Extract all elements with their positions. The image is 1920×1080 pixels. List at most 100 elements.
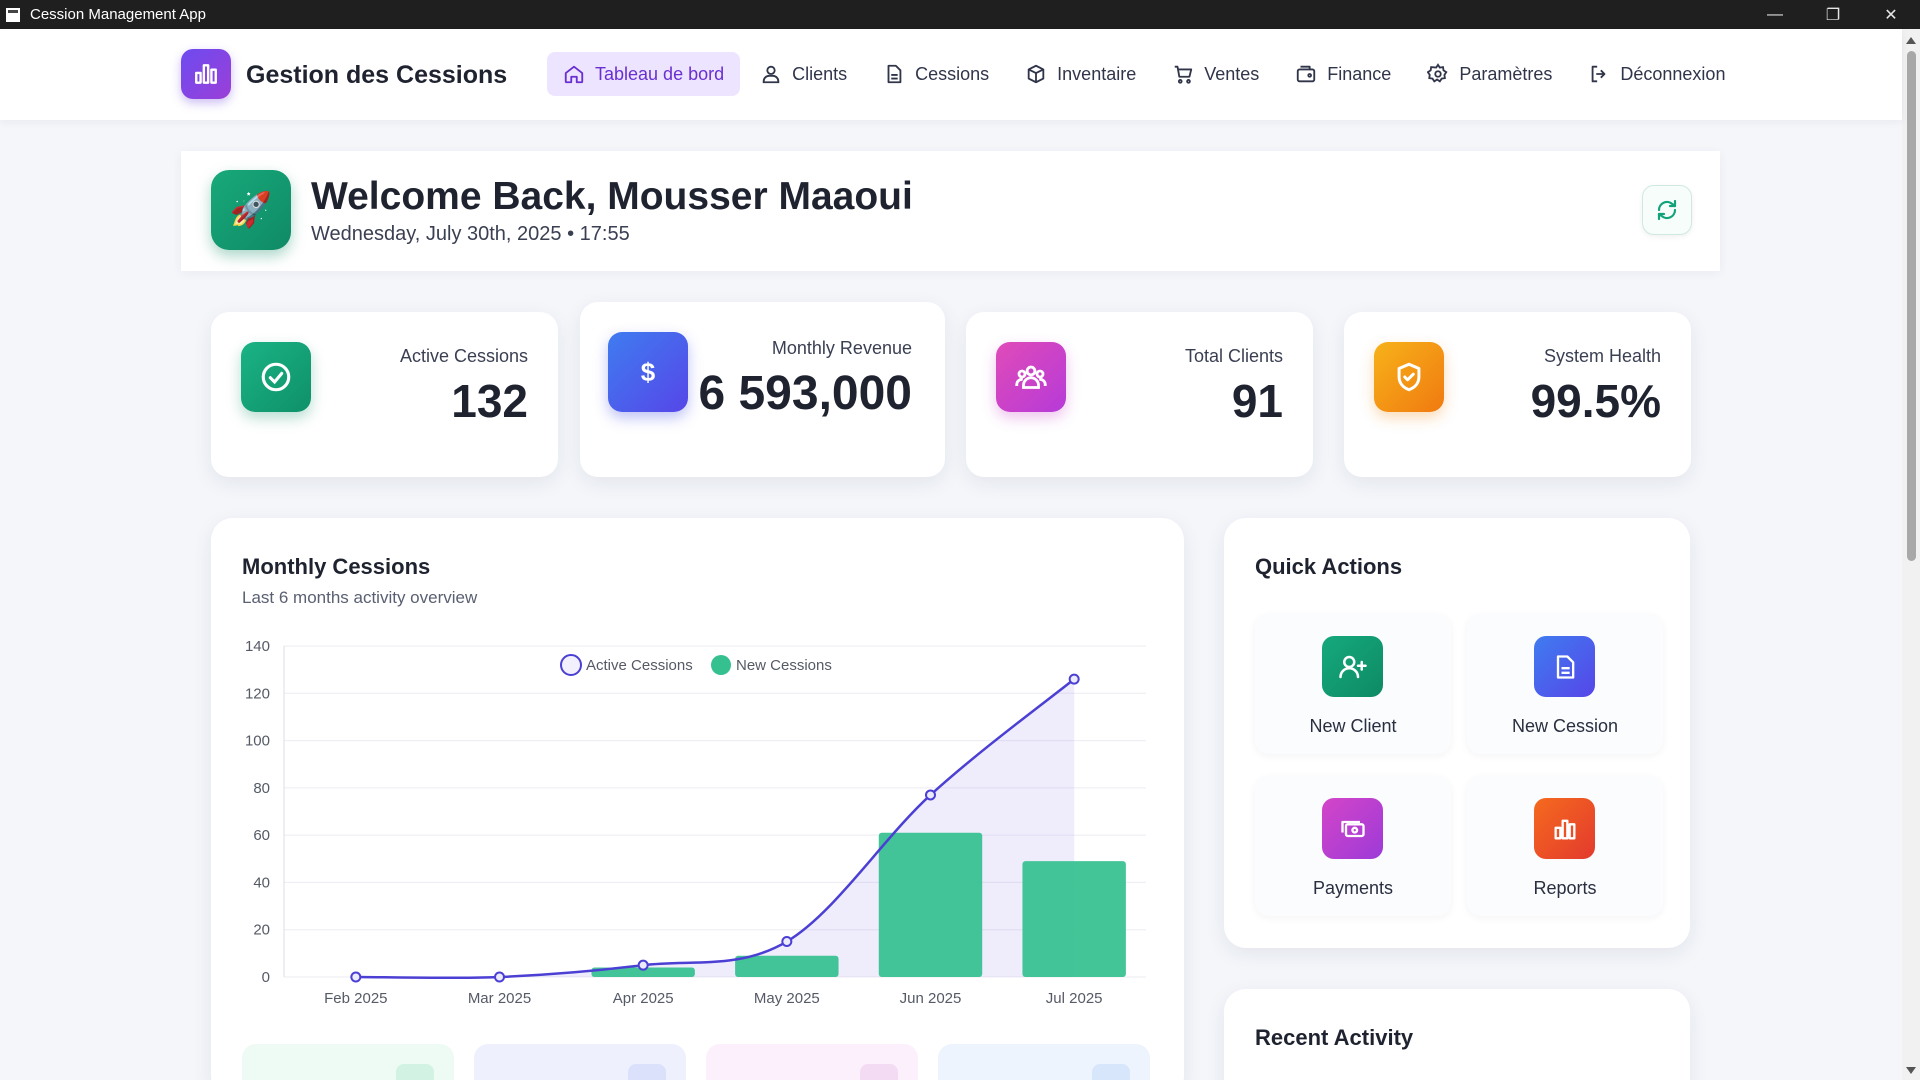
- cart-icon: [1174, 65, 1193, 84]
- active-cessions-point: [350, 971, 362, 983]
- home-icon: [564, 65, 584, 84]
- scroll-up-icon[interactable]: [1906, 37, 1916, 44]
- legend-active-cessions-label: Active Cessions: [586, 657, 693, 674]
- box-icon: [1027, 64, 1045, 84]
- y-tick-label: 0: [262, 969, 270, 986]
- y-tick-label: 80: [253, 780, 270, 797]
- scroll-down-icon[interactable]: [1906, 1067, 1916, 1074]
- mini-stat-icon: [1092, 1064, 1130, 1080]
- refresh-button[interactable]: [1642, 185, 1692, 235]
- new-cession-button[interactable]: New Cession: [1467, 614, 1663, 754]
- stat-value: 6 593,000: [698, 367, 912, 420]
- nav-item-parametres[interactable]: Paramètres: [1411, 52, 1568, 96]
- quick-actions-title: Quick Actions: [1255, 554, 1403, 579]
- check-circle-icon: [241, 342, 311, 412]
- users-group-icon: [996, 342, 1066, 412]
- nav-item-label: Paramètres: [1459, 63, 1553, 84]
- reports-button[interactable]: Reports: [1467, 776, 1663, 916]
- refresh-icon: [1657, 199, 1677, 221]
- stat-label: Monthly Revenue: [771, 338, 912, 358]
- brand-title: Gestion des Cessions: [246, 61, 508, 89]
- x-tick-label: Jul 2025: [1046, 990, 1103, 1007]
- mini-stat-card[interactable]: [938, 1044, 1150, 1080]
- nav-item-cessions[interactable]: Cessions: [867, 52, 1005, 96]
- settings-icon: [1427, 63, 1448, 83]
- mini-stat-icon: [860, 1064, 898, 1080]
- nav-item-tableau-de-bord[interactable]: Tableau de bord: [547, 52, 741, 96]
- welcome-banner: 🚀 Welcome Back, Mousser Maaoui Wednesday…: [181, 151, 1720, 271]
- shield-check-icon: [1374, 342, 1444, 412]
- stat-label: Total Clients: [1184, 346, 1283, 366]
- window-titlebar: Cession Management App — ❐ ✕: [0, 0, 1920, 29]
- y-tick-label: 20: [253, 922, 270, 939]
- recent-activity-title: Recent Activity: [1255, 1025, 1414, 1050]
- stat-label: Active Cessions: [399, 346, 528, 366]
- y-tick-label: 100: [245, 733, 270, 750]
- active-cessions-point: [925, 789, 936, 801]
- dollar-icon: $: [608, 332, 688, 412]
- app-icon: [4, 5, 22, 24]
- y-tick-label: 40: [253, 874, 270, 891]
- stat-card-active-cessions[interactable]: Active Cessions 132: [211, 312, 558, 477]
- mini-stat-card[interactable]: [706, 1044, 918, 1080]
- mini-stat-card[interactable]: [474, 1044, 686, 1080]
- nav-item-label: Tableau de bord: [595, 63, 725, 84]
- quick-action-label: New Client: [1309, 716, 1397, 736]
- y-tick-label: 120: [245, 685, 270, 702]
- window-title: Cession Management App: [30, 6, 206, 23]
- stat-card-total-clients[interactable]: Total Clients 91: [966, 312, 1313, 477]
- new-cessions-bar: [878, 832, 983, 977]
- money-icon: [1322, 798, 1383, 859]
- nav-item-ventes[interactable]: Ventes: [1156, 52, 1275, 96]
- legend-new-cessions-marker: [711, 655, 731, 675]
- mini-stat-icon: [396, 1064, 434, 1080]
- x-tick-label: Feb 2025: [324, 990, 387, 1007]
- y-tick-label: 60: [253, 827, 270, 844]
- stat-value: 99.5%: [1530, 375, 1661, 427]
- nav-item-deconnexion[interactable]: Déconnexion: [1572, 52, 1741, 96]
- new-cessions-bar: [735, 955, 839, 977]
- top-navbar: Gestion des Cessions Tableau de bord Cli…: [0, 29, 1902, 120]
- bar-chart-icon: [195, 64, 217, 84]
- nav-item-label: Ventes: [1204, 63, 1260, 84]
- nav-item-label: Cessions: [915, 63, 990, 84]
- nav-item-label: Inventaire: [1057, 63, 1137, 84]
- bar-chart-icon: [1534, 798, 1595, 859]
- nav-item-inventaire[interactable]: Inventaire: [1009, 52, 1152, 96]
- legend-active-cessions-marker: [560, 654, 582, 676]
- x-tick-label: Apr 2025: [613, 990, 674, 1007]
- stat-label: System Health: [1543, 346, 1661, 366]
- current-date: Wednesday, July 30th, 2025 • 17:55: [311, 223, 630, 245]
- user-plus-icon: [1322, 636, 1383, 697]
- document-icon: [887, 64, 902, 84]
- payments-button[interactable]: Payments: [1255, 776, 1451, 916]
- stat-card-monthly-revenue[interactable]: $ Monthly Revenue 6 593,000: [580, 302, 945, 477]
- mini-stat-icon: [628, 1064, 666, 1080]
- x-tick-label: May 2025: [754, 990, 820, 1007]
- minimize-button[interactable]: —: [1746, 0, 1804, 29]
- active-cessions-point: [1068, 673, 1080, 685]
- active-cessions-point: [637, 959, 649, 971]
- logout-icon: [1592, 65, 1606, 83]
- restore-button[interactable]: ❐: [1804, 0, 1862, 29]
- monthly-cessions-chart[interactable]: 0 20 40 60 80 100 120 140 Feb 2025 Mar 2025 Apr 20…: [211, 518, 1184, 1018]
- new-client-button[interactable]: New Client: [1255, 614, 1451, 754]
- stat-card-system-health[interactable]: System Health 99.5%: [1344, 312, 1691, 477]
- y-tick-label: 140: [245, 638, 270, 655]
- vertical-scrollbar[interactable]: [1902, 29, 1920, 1080]
- active-cessions-point: [494, 971, 505, 983]
- nav-item-label: Clients: [792, 63, 848, 84]
- new-cessions-bar: [1022, 861, 1126, 977]
- recent-activity-card: Recent Activity: [1224, 989, 1690, 1080]
- active-cessions-point: [781, 936, 793, 948]
- stat-value: 132: [451, 375, 528, 427]
- nav-item-clients[interactable]: Clients: [744, 52, 863, 96]
- welcome-greeting: Welcome Back, Mousser Maaoui: [311, 175, 913, 218]
- brand-logo[interactable]: [181, 49, 231, 99]
- close-button[interactable]: ✕: [1862, 0, 1920, 29]
- quick-action-label: New Cession: [1511, 716, 1619, 736]
- mini-stat-card[interactable]: [242, 1044, 454, 1080]
- nav-item-finance[interactable]: Finance: [1279, 52, 1407, 96]
- scrollbar-thumb[interactable]: [1907, 51, 1916, 561]
- legend-new-cessions-label: New Cessions: [736, 657, 832, 674]
